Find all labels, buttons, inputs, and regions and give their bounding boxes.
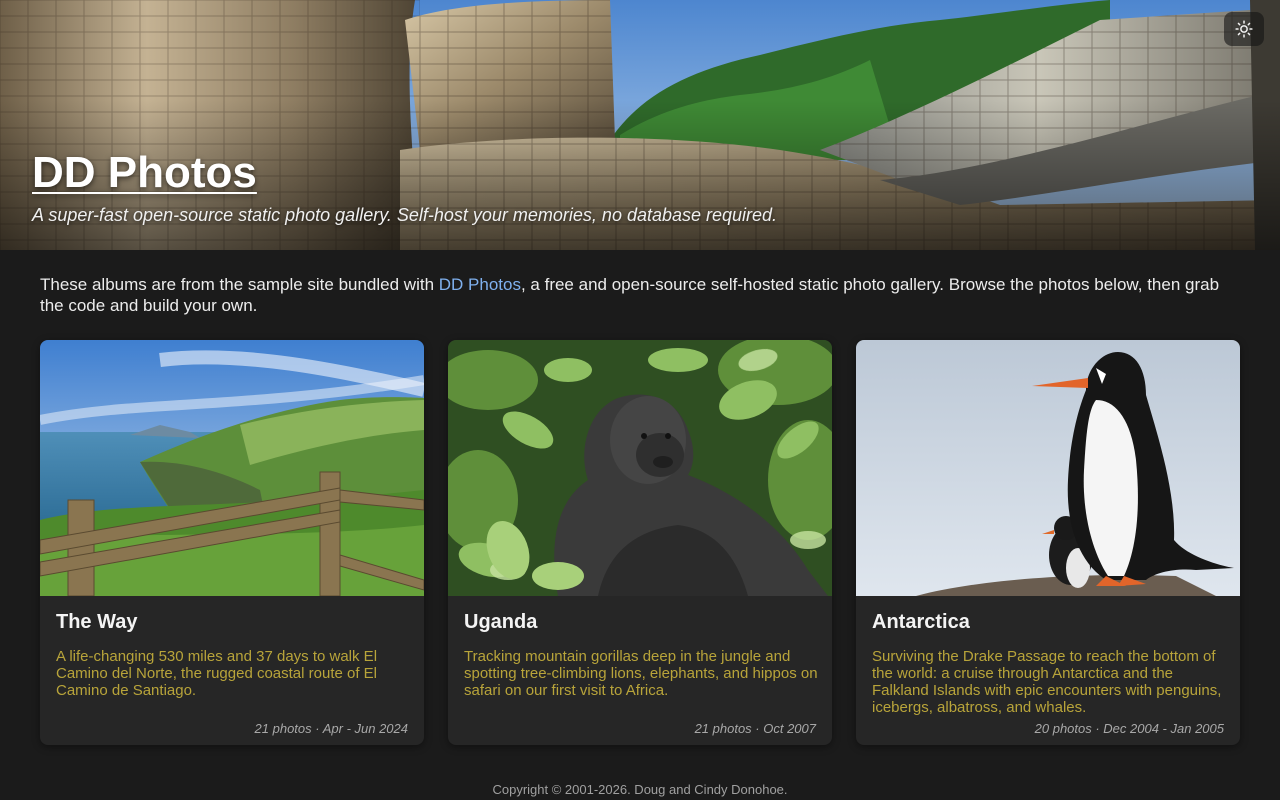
album-cover-image[interactable]	[448, 340, 832, 596]
album-title[interactable]: Uganda	[464, 611, 537, 634]
site-subtitle: A super-fast open-source static photo ga…	[32, 205, 778, 225]
album-cover-image[interactable]	[856, 340, 1240, 596]
intro-paragraph: These albums are from the sample site bu…	[40, 274, 1240, 316]
album-meta: 21 photos · Oct 2007	[694, 721, 816, 736]
album-card-the-way[interactable]: The Way A life-changing 530 miles and 37…	[40, 340, 424, 745]
album-meta: 21 photos · Apr - Jun 2024	[254, 721, 408, 736]
album-card-uganda[interactable]: Uganda Tracking mountain gorillas deep i…	[448, 340, 832, 745]
album-title[interactable]: Antarctica	[872, 611, 970, 634]
album-cover-image[interactable]	[40, 340, 424, 596]
album-description: Surviving the Drake Passage to reach the…	[872, 648, 1222, 716]
theme-toggle-button[interactable]	[1224, 12, 1264, 46]
hero-banner: DD Photos A super-fast open-source stati…	[0, 0, 1280, 250]
album-grid: The Way A life-changing 530 miles and 37…	[40, 340, 1240, 745]
footer-copyright: Copyright © 2001-2026. Doug and Cindy Do…	[492, 782, 788, 797]
sun-icon	[1235, 20, 1253, 38]
album-card-antarctica[interactable]: Antarctica Surviving the Drake Passage t…	[856, 340, 1240, 745]
album-meta: 20 photos · Dec 2004 - Jan 2005	[1034, 721, 1224, 736]
intro-text-before: These albums are from the sample site bu…	[40, 275, 439, 294]
album-description: Tracking mountain gorillas deep in the j…	[464, 648, 818, 699]
dd-photos-link[interactable]: DD Photos	[439, 275, 521, 294]
album-title[interactable]: The Way	[56, 611, 138, 634]
album-description: A life-changing 530 miles and 37 days to…	[56, 648, 378, 699]
site-title-link[interactable]: DD Photos	[32, 148, 257, 198]
